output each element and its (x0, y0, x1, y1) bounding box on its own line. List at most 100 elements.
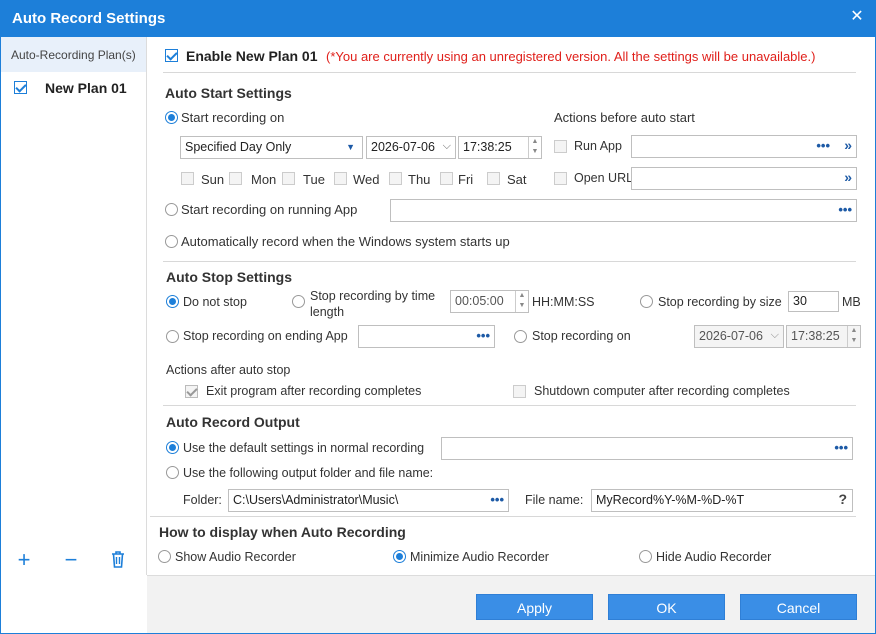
divider (163, 261, 856, 262)
divider (163, 72, 856, 73)
folder-label: Folder: (183, 493, 222, 507)
stop-ending-app-radio[interactable] (166, 330, 179, 346)
stop-on-label: Stop recording on (532, 329, 631, 343)
day-select-value: Specified Day Only (185, 140, 292, 154)
thu-checkbox[interactable] (389, 172, 402, 188)
size-input[interactable]: 30 (788, 291, 839, 312)
sidebar-header: Auto-Recording Plan(s) (1, 37, 146, 72)
sat-label: Sat (507, 172, 527, 187)
double-chevron-right-icon[interactable]: » (844, 169, 852, 185)
browse-icon[interactable]: ••• (490, 492, 504, 507)
shutdown-checkbox[interactable] (513, 385, 526, 401)
window-title: Auto Record Settings (0, 0, 876, 37)
wed-checkbox[interactable] (334, 172, 347, 188)
actions-after-title: Actions after auto stop (166, 363, 291, 377)
shutdown-label: Shutdown computer after recording comple… (534, 384, 790, 398)
display-title: How to display when Auto Recording (159, 524, 406, 540)
file-name-value: MyRecord%Y-%M-%D-%T (596, 493, 745, 507)
stop-date-value: 2026-07-06 (699, 329, 763, 343)
add-plan-icon[interactable]: + (10, 545, 38, 575)
sidebar-item-new-plan-01[interactable]: New Plan 01 (1, 72, 146, 103)
default-output-radio[interactable] (166, 441, 179, 457)
show-recorder-label: Show Audio Recorder (175, 550, 296, 564)
ending-app-input[interactable]: ••• (358, 325, 495, 348)
stop-clock-input[interactable]: 17:38:25 ▲ ▼ (786, 325, 861, 348)
tue-checkbox[interactable] (282, 172, 295, 188)
stop-date-input[interactable]: 2026-07-06 ⌵ (694, 325, 784, 348)
run-app-input[interactable]: ••• » (631, 135, 857, 158)
minimize-recorder-label: Minimize Audio Recorder (410, 550, 549, 564)
windows-start-radio[interactable] (165, 235, 178, 251)
apply-button[interactable]: Apply (476, 594, 593, 620)
mon-checkbox[interactable] (229, 172, 242, 188)
file-name-input[interactable]: MyRecord%Y-%M-%D-%T? (591, 489, 853, 512)
time-spinner[interactable]: ▲ ▼ (515, 291, 528, 312)
thu-label: Thu (408, 172, 431, 187)
time-unit-label: HH:MM:SS (532, 295, 595, 309)
browse-icon[interactable]: ••• (838, 202, 852, 217)
stop-on-radio[interactable] (514, 330, 527, 346)
start-time-value: 17:38:25 (463, 140, 512, 154)
chevron-down-icon: ⌵ (442, 140, 451, 152)
sun-label: Sun (201, 172, 225, 187)
start-date-value: 2026-07-06 (371, 140, 435, 154)
start-on-app-radio[interactable] (165, 203, 178, 219)
stop-by-size-radio[interactable] (640, 295, 653, 311)
minimize-recorder-radio[interactable] (393, 550, 406, 566)
enable-plan-checkbox[interactable] (165, 49, 178, 65)
browse-icon[interactable]: ••• (476, 328, 490, 343)
start-on-app-label: Start recording on running App (181, 202, 358, 217)
size-unit-label: MB (842, 295, 861, 309)
exit-program-checkbox[interactable] (185, 385, 198, 401)
browse-icon[interactable]: ••• (834, 440, 848, 455)
time-spinner[interactable]: ▲ ▼ (528, 137, 541, 158)
help-icon[interactable]: ? (838, 491, 847, 507)
stop-clock-value: 17:38:25 (791, 329, 840, 343)
hide-recorder-radio[interactable] (639, 550, 652, 566)
custom-output-label: Use the following output folder and file… (183, 466, 434, 480)
wed-label: Wed (353, 172, 380, 187)
hide-recorder-label: Hide Audio Recorder (656, 550, 772, 564)
folder-input[interactable]: C:\Users\Administrator\Music\ ••• (228, 489, 509, 512)
open-url-label: Open URL (574, 171, 634, 185)
folder-value: C:\Users\Administrator\Music\ (233, 493, 399, 507)
open-url-checkbox[interactable] (554, 172, 567, 188)
ok-button[interactable]: OK (608, 594, 725, 620)
start-app-input[interactable]: ••• (390, 199, 857, 222)
close-icon[interactable]: ✕ (846, 6, 868, 28)
divider (163, 405, 856, 406)
remove-plan-icon[interactable]: − (57, 545, 85, 575)
cancel-button[interactable]: Cancel (740, 594, 857, 620)
do-not-stop-radio[interactable] (166, 295, 179, 311)
double-chevron-right-icon[interactable]: » (844, 137, 852, 153)
enable-plan-label: Enable New Plan 01 (186, 48, 318, 64)
stop-by-time-radio[interactable] (292, 295, 305, 311)
default-output-input[interactable]: ••• (441, 437, 853, 460)
windows-start-label: Automatically record when the Windows sy… (181, 234, 510, 249)
browse-icon[interactable]: ••• (816, 138, 830, 153)
open-url-input[interactable]: » (631, 167, 857, 190)
run-app-checkbox[interactable] (554, 140, 567, 156)
delete-icon[interactable] (110, 551, 126, 568)
sidebar (1, 37, 147, 575)
mon-label: Mon (251, 172, 277, 187)
stop-ending-app-label: Stop recording on ending App (183, 329, 348, 343)
custom-output-radio[interactable] (166, 466, 179, 482)
show-recorder-radio[interactable] (158, 550, 171, 566)
unregistered-warning: (*You are currently using an unregistere… (326, 49, 816, 64)
start-time-input[interactable]: 17:38:25 ▲ ▼ (458, 136, 542, 159)
sat-checkbox[interactable] (487, 172, 500, 188)
time-spinner[interactable]: ▲ ▼ (847, 326, 860, 347)
chevron-down-icon: ▼ (346, 142, 355, 152)
fri-label: Fri (458, 172, 474, 187)
fri-checkbox[interactable] (440, 172, 453, 188)
day-select[interactable]: Specified Day Only ▼ (180, 136, 363, 159)
actions-before-title: Actions before auto start (554, 110, 695, 125)
file-name-label: File name: (525, 493, 584, 507)
auto-stop-title: Auto Stop Settings (166, 269, 292, 285)
sun-checkbox[interactable] (181, 172, 194, 188)
stop-by-size-label: Stop recording by size (658, 295, 782, 309)
stop-time-input[interactable]: 00:05:00 ▲ ▼ (450, 290, 529, 313)
start-on-radio[interactable] (165, 111, 178, 127)
start-date-input[interactable]: 2026-07-06 ⌵ (366, 136, 456, 159)
